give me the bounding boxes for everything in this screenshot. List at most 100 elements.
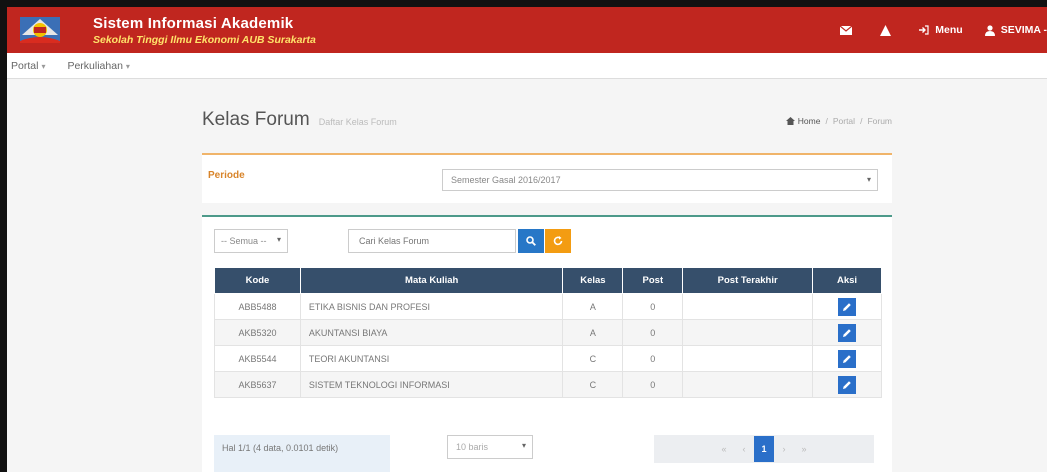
refresh-icon xyxy=(553,236,563,246)
column-header-mata-kuliah[interactable]: Mata Kuliah xyxy=(299,267,564,294)
periode-selected-value: Semester Gasal 2016/2017 xyxy=(451,175,561,185)
sign-in-icon xyxy=(919,25,929,35)
cell-kode: ABB5488 xyxy=(214,293,301,320)
filter-selected-value: -- Semua -- xyxy=(221,236,267,246)
caret-down-icon: ▾ xyxy=(41,61,46,71)
cell-mata-kuliah: AKUNTANSI BIAYA xyxy=(299,319,564,346)
cell-post-terakhir xyxy=(682,319,814,346)
menu-button[interactable]: Menu xyxy=(919,24,963,36)
periode-panel: Periode Semester Gasal 2016/2017 ▾ xyxy=(202,153,892,203)
menu-label: Menu xyxy=(935,24,963,36)
search-input[interactable] xyxy=(348,229,516,253)
edit-icon xyxy=(843,302,851,311)
home-icon xyxy=(785,117,795,125)
cell-post: 0 xyxy=(622,345,684,372)
app-subtitle: Sekolah Tinggi Ilmu Ekonomi AUB Surakart… xyxy=(93,33,316,46)
caret-down-icon: ▾ xyxy=(866,175,871,184)
logo[interactable] xyxy=(7,7,73,53)
app-title: Sistem Informasi Akademik xyxy=(93,14,294,32)
cell-kelas: A xyxy=(562,293,624,320)
edit-button[interactable] xyxy=(838,349,857,368)
pagination: « ‹ 1 › » xyxy=(654,435,874,463)
cell-aksi xyxy=(812,319,882,346)
column-header-post-terakhir[interactable]: Post Terakhir xyxy=(682,267,814,294)
periode-label: Periode xyxy=(208,170,245,181)
edit-icon xyxy=(843,380,851,389)
breadcrumb-separator: / xyxy=(860,116,863,126)
table-row: AKB5320 AKUNTANSI BIAYA A 0 xyxy=(214,319,882,346)
breadcrumb-forum: Forum xyxy=(867,116,892,126)
cell-post-terakhir xyxy=(682,293,814,320)
envelope-icon xyxy=(840,25,853,35)
column-header-kode[interactable]: Kode xyxy=(214,267,301,294)
user-icon xyxy=(984,24,995,36)
user-label: SEVIMA - xyxy=(1000,24,1047,36)
cell-mata-kuliah: SISTEM TEKNOLOGI INFORMASI xyxy=(299,371,564,398)
top-header: Sistem Informasi Akademik Sekolah Tinggi… xyxy=(7,7,1047,53)
page-title: Kelas Forum xyxy=(202,109,310,130)
menu-item-perkuliahan[interactable]: Perkuliahan ▾ xyxy=(67,60,129,72)
main-menu: Portal ▾ Perkuliahan ▾ xyxy=(7,53,1047,79)
menu-item-label: Perkuliahan xyxy=(67,59,123,72)
cell-kode: AKB5320 xyxy=(214,319,301,346)
menu-item-portal[interactable]: Portal ▾ xyxy=(11,60,45,72)
notifications-button[interactable] xyxy=(880,24,897,36)
messages-button[interactable] xyxy=(840,25,858,35)
table-row: AKB5544 TEORI AKUNTANSI C 0 xyxy=(214,345,882,372)
cell-aksi xyxy=(812,293,882,320)
page-next-button[interactable]: › xyxy=(774,436,794,462)
top-nav: Menu SEVIMA - xyxy=(818,7,1047,53)
search-button[interactable] xyxy=(518,229,544,253)
rows-per-page-value: 10 baris xyxy=(456,442,489,452)
column-header-post[interactable]: Post xyxy=(622,267,684,294)
search-icon xyxy=(526,236,536,246)
cell-kode: AKB5637 xyxy=(214,371,301,398)
app-window: Sistem Informasi Akademik Sekolah Tinggi… xyxy=(7,7,1047,472)
cell-kelas: C xyxy=(562,371,624,398)
bell-icon xyxy=(880,24,892,36)
page-first-button[interactable]: « xyxy=(714,436,734,462)
cell-kelas: A xyxy=(562,319,624,346)
cell-post-terakhir xyxy=(682,345,814,372)
page-prev-button[interactable]: ‹ xyxy=(734,436,754,462)
cell-aksi xyxy=(812,371,882,398)
edit-icon xyxy=(843,354,851,363)
breadcrumb-separator: / xyxy=(825,116,828,126)
cell-mata-kuliah: ETIKA BISNIS DAN PROFESI xyxy=(299,293,564,320)
filter-select[interactable]: -- Semua -- ▾ xyxy=(214,229,288,253)
table-row: AKB5637 SISTEM TEKNOLOGI INFORMASI C 0 xyxy=(214,371,882,398)
edit-icon xyxy=(843,328,851,337)
cell-aksi xyxy=(812,345,882,372)
column-header-kelas[interactable]: Kelas xyxy=(562,267,624,294)
header-titles: Sistem Informasi Akademik Sekolah Tinggi… xyxy=(93,15,316,46)
forum-table-panel: -- Semua -- ▾ Kode Mata Kuliah Kelas Pos… xyxy=(202,215,892,472)
rows-per-page-select[interactable]: 10 baris ▾ xyxy=(447,435,533,459)
periode-select[interactable]: Semester Gasal 2016/2017 ▾ xyxy=(442,169,878,191)
cell-kode: AKB5544 xyxy=(214,345,301,372)
user-menu-button[interactable]: SEVIMA - xyxy=(984,24,1047,36)
cell-post: 0 xyxy=(622,371,684,398)
cell-kelas: C xyxy=(562,345,624,372)
page-header: Kelas Forum Daftar Kelas Forum Home / Po… xyxy=(202,109,892,131)
edit-button[interactable] xyxy=(838,323,857,342)
pagination-info: Hal 1/1 (4 data, 0.0101 detik) xyxy=(214,435,390,472)
forum-table: Kode Mata Kuliah Kelas Post Post Terakhi… xyxy=(214,267,882,398)
page-current-button[interactable]: 1 xyxy=(754,436,774,462)
edit-button[interactable] xyxy=(838,375,857,394)
logo-emblem-icon xyxy=(20,17,60,43)
breadcrumb-home[interactable]: Home xyxy=(798,116,821,126)
table-row: ABB5488 ETIKA BISNIS DAN PROFESI A 0 xyxy=(214,293,882,320)
column-header-aksi: Aksi xyxy=(812,267,882,294)
breadcrumb-portal[interactable]: Portal xyxy=(833,116,855,126)
caret-down-icon: ▾ xyxy=(125,61,130,71)
page-last-button[interactable]: » xyxy=(794,436,814,462)
refresh-button[interactable] xyxy=(545,229,571,253)
cell-post: 0 xyxy=(622,293,684,320)
cell-post-terakhir xyxy=(682,371,814,398)
cell-mata-kuliah: TEORI AKUNTANSI xyxy=(299,345,564,372)
caret-down-icon: ▾ xyxy=(521,441,526,450)
table-header-row: Kode Mata Kuliah Kelas Post Post Terakhi… xyxy=(214,267,882,294)
edit-button[interactable] xyxy=(838,297,857,316)
page-description: Daftar Kelas Forum xyxy=(318,117,397,127)
cell-post: 0 xyxy=(622,319,684,346)
